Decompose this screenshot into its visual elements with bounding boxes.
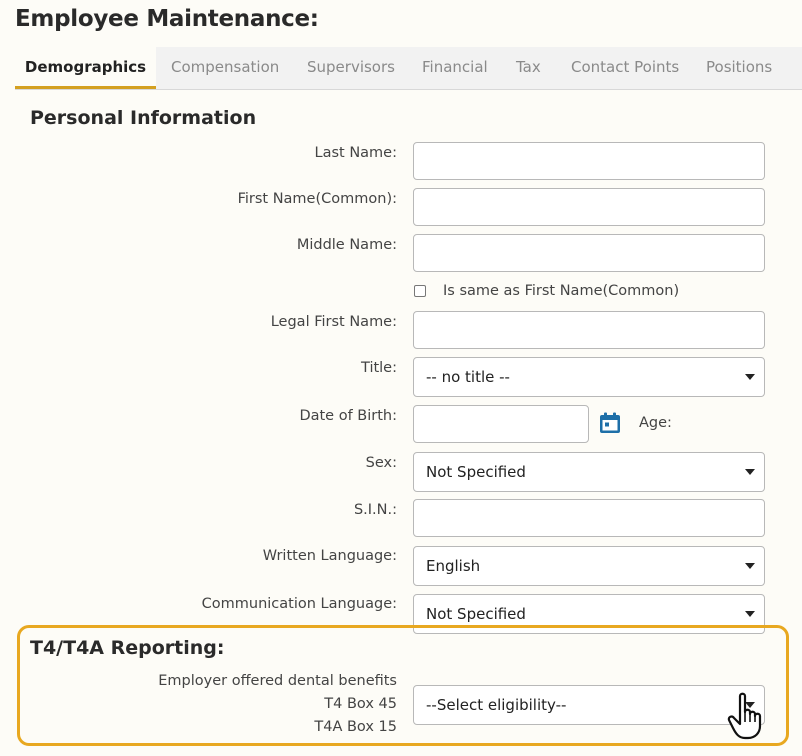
sin-input[interactable] (413, 499, 765, 537)
chevron-down-icon (745, 563, 755, 569)
middle-name-input[interactable] (413, 234, 765, 272)
middle-name-label: Middle Name: (296, 237, 397, 253)
communication-language-label: Communication Language: (201, 596, 397, 612)
last-name-input[interactable] (413, 142, 765, 180)
t4a-box-15-label: T4A Box 15 (314, 719, 397, 735)
tab-tax[interactable]: Tax (516, 47, 541, 89)
calendar-icon[interactable] (599, 412, 621, 434)
page-title: Employee Maintenance: (15, 6, 319, 32)
chevron-down-icon (745, 611, 755, 617)
legal-first-name-label: Legal First Name: (270, 314, 397, 330)
t4-box-45-label: T4 Box 45 (324, 696, 397, 712)
title-label: Title: (361, 360, 397, 376)
sin-label: S.I.N.: (353, 502, 397, 518)
tab-contact-points[interactable]: Contact Points (571, 47, 679, 89)
date-of-birth-input[interactable] (413, 405, 589, 443)
tab-bar: Demographics Compensation Supervisors Fi… (15, 47, 802, 90)
written-language-label: Written Language: (262, 548, 397, 564)
personal-information-heading: Personal Information (30, 107, 257, 129)
sex-label: Sex: (365, 455, 397, 471)
age-label: Age: (639, 415, 672, 431)
written-language-select[interactable]: English (413, 546, 765, 586)
title-select[interactable]: -- no title -- (413, 357, 765, 397)
dental-eligibility-select-value: --Select eligibility-- (426, 696, 567, 714)
t4-reporting-heading: T4/T4A Reporting: (30, 637, 225, 659)
same-as-first-name-checkbox[interactable] (414, 285, 426, 297)
legal-first-name-input[interactable] (413, 311, 765, 349)
sex-select-value: Not Specified (426, 463, 526, 481)
last-name-label: Last Name: (314, 145, 397, 161)
dental-eligibility-select[interactable]: --Select eligibility-- (413, 685, 765, 725)
hand-pointer-icon (727, 692, 762, 740)
tab-demographics[interactable]: Demographics (15, 47, 156, 89)
tab-supervisors[interactable]: Supervisors (307, 47, 395, 89)
tab-financial[interactable]: Financial (422, 47, 488, 89)
title-select-value: -- no title -- (426, 368, 510, 386)
chevron-down-icon (745, 374, 755, 380)
same-as-first-name-label: Is same as First Name(Common) (443, 283, 680, 299)
communication-language-select-value: Not Specified (426, 605, 526, 623)
written-language-select-value: English (426, 557, 481, 575)
sex-select[interactable]: Not Specified (413, 452, 765, 492)
dental-benefits-label: Employer offered dental benefits (158, 673, 397, 689)
tab-positions[interactable]: Positions (706, 47, 772, 89)
first-name-common-input[interactable] (413, 188, 765, 226)
chevron-down-icon (745, 469, 755, 475)
date-of-birth-label: Date of Birth: (299, 408, 397, 424)
tab-compensation[interactable]: Compensation (171, 47, 279, 89)
first-name-common-label: First Name(Common): (237, 191, 397, 207)
